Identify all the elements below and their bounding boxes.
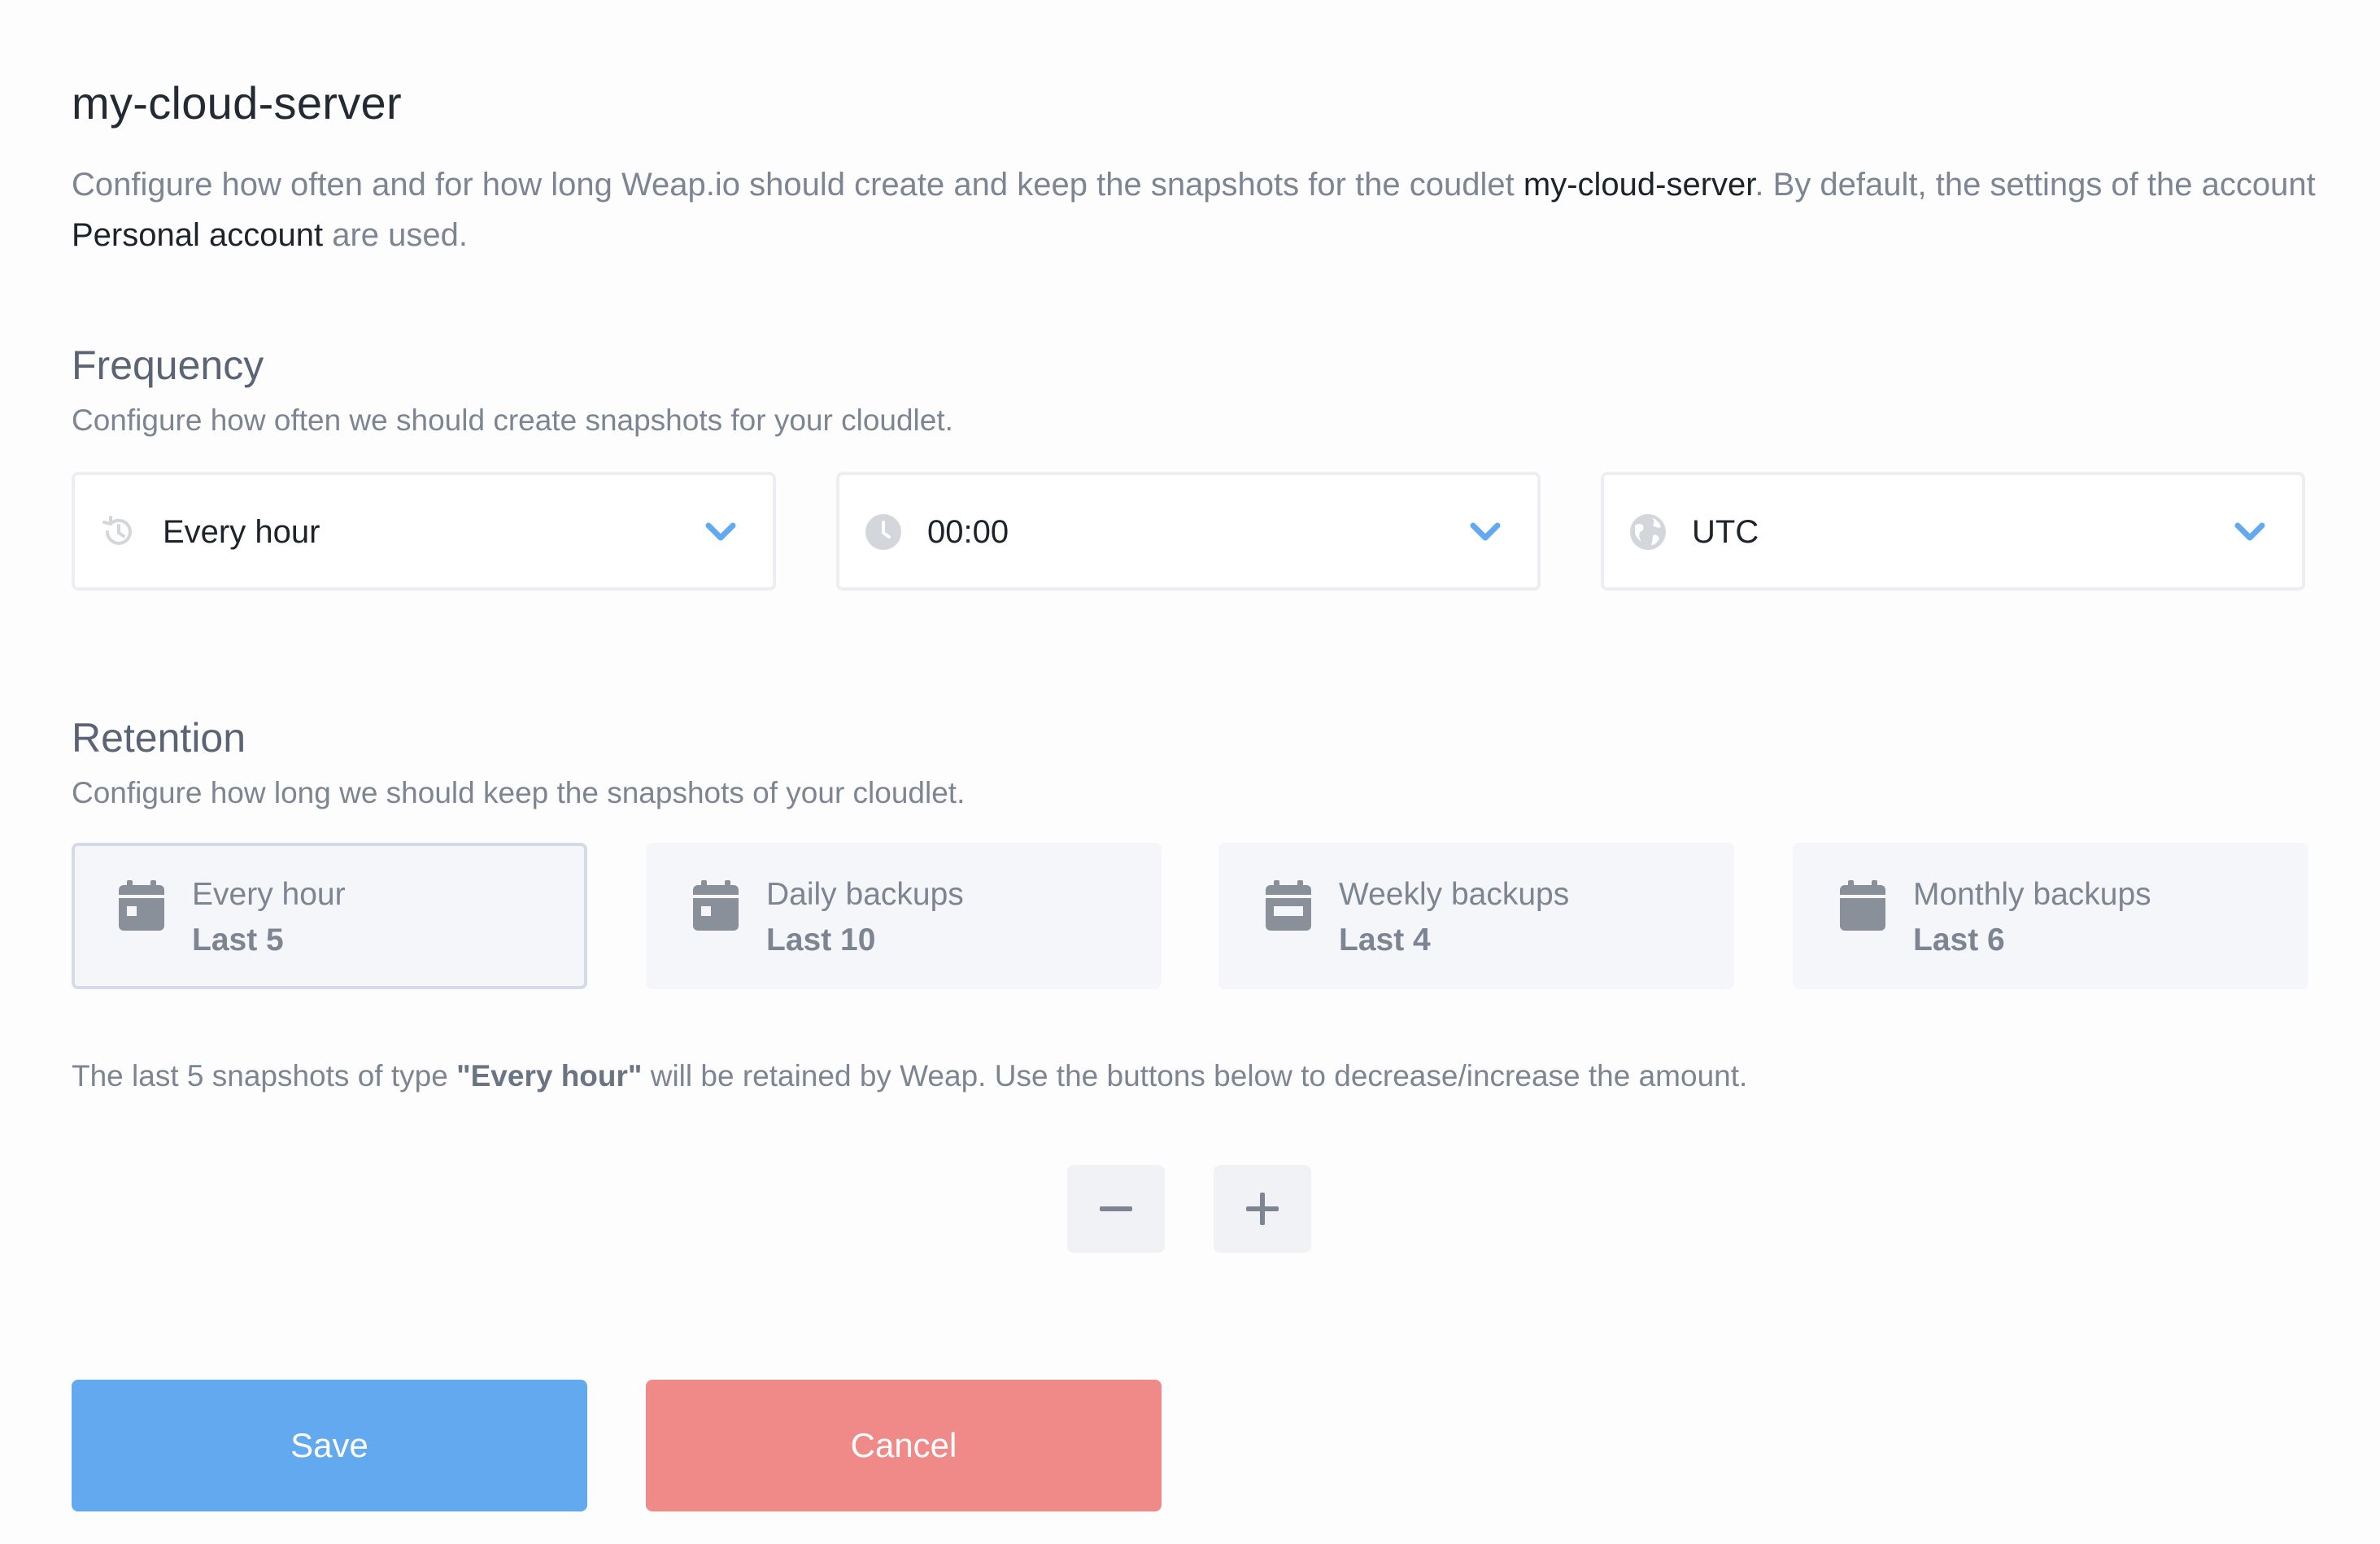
retention-card-monthly[interactable]: Monthly backups Last 6	[1793, 843, 2308, 989]
card-label: Monthly backups	[1913, 877, 2151, 912]
note-type: "Every hour"	[456, 1059, 643, 1093]
chevron-down-icon	[2234, 517, 2266, 547]
clock-icon	[864, 512, 903, 552]
retention-heading: Retention	[72, 715, 246, 761]
retention-description: Configure how long we should keep the sn…	[72, 776, 966, 809]
intro-part-2: . By default, the settings of the accoun…	[1754, 167, 2316, 203]
timezone-value: UTC	[1692, 514, 1759, 550]
plus-icon	[1246, 1193, 1279, 1225]
intro-account-name: Personal account	[72, 217, 324, 253]
frequency-description: Configure how often we should create sna…	[72, 403, 953, 437]
cancel-button[interactable]: Cancel	[646, 1380, 1162, 1511]
card-label: Weekly backups	[1339, 877, 1570, 912]
decrease-button[interactable]	[1067, 1165, 1165, 1253]
card-label: Daily backups	[766, 877, 964, 912]
calendar-icon	[691, 879, 740, 932]
card-value: Last 10	[766, 922, 876, 957]
card-value: Last 4	[1339, 922, 1431, 957]
card-value: Last 5	[192, 922, 284, 957]
time-select[interactable]: 00:00	[836, 472, 1541, 591]
intro-part-1: Configure how often and for how long Wea…	[72, 167, 1523, 203]
retention-card-daily[interactable]: Daily backups Last 10	[646, 843, 1162, 989]
intro-server-name: my-cloud-server	[1523, 167, 1755, 203]
globe-icon	[1628, 512, 1667, 552]
note-prefix: The last 5 snapshots of type	[72, 1059, 457, 1093]
time-value: 00:00	[927, 514, 1009, 550]
interval-value: Every hour	[163, 514, 320, 550]
increase-button[interactable]	[1214, 1165, 1311, 1253]
frequency-heading: Frequency	[72, 342, 264, 388]
note-suffix: will be retained by Weap. Use the button…	[642, 1059, 1748, 1093]
intro-part-3: are used.	[323, 217, 468, 253]
minus-icon	[1100, 1206, 1132, 1211]
timezone-select[interactable]: UTC	[1601, 472, 2305, 591]
page-title: my-cloud-server	[72, 77, 402, 129]
calendar-week-icon	[1264, 879, 1313, 932]
save-button[interactable]: Save	[72, 1380, 587, 1511]
snapshot-settings-page: my-cloud-server Configure how often and …	[0, 0, 2380, 1544]
card-value: Last 6	[1913, 922, 2005, 957]
intro-text: Configure how often and for how long Wea…	[72, 159, 2317, 260]
card-label: Every hour	[192, 877, 346, 912]
interval-select[interactable]: Every hour	[72, 472, 776, 591]
calendar-month-icon	[1838, 879, 1887, 932]
retention-note: The last 5 snapshots of type "Every hour…	[72, 1059, 1747, 1093]
history-icon	[99, 512, 138, 552]
chevron-down-icon	[1469, 517, 1502, 547]
chevron-down-icon	[704, 517, 737, 547]
retention-card-every-hour[interactable]: Every hour Last 5	[72, 843, 587, 989]
calendar-icon	[117, 879, 166, 932]
retention-card-weekly[interactable]: Weekly backups Last 4	[1218, 843, 1734, 989]
